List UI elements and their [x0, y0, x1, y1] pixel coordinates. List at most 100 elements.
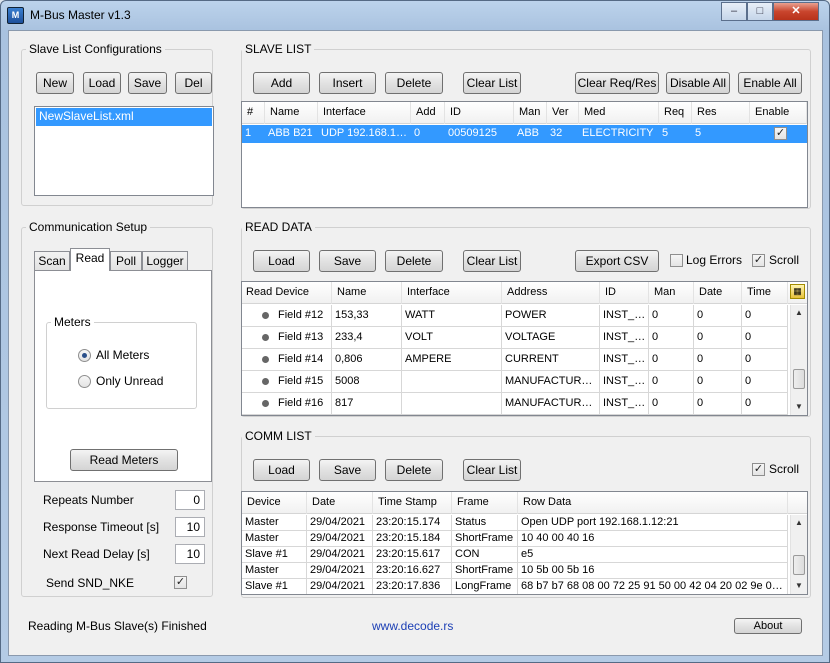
- delete-config-button[interactable]: Del: [175, 72, 212, 94]
- col-interface[interactable]: Interface: [318, 102, 411, 124]
- comm-list-row[interactable]: Slave #1 29/04/2021 23:20:17.836 LongFrame 6…: [242, 579, 788, 594]
- delete-comm-button[interactable]: Delete: [385, 459, 443, 481]
- read-data-row[interactable]: Field #15 5008 MANUFACTURER_SPECIFICINST_V…: [242, 371, 788, 393]
- tab-logger[interactable]: Logger: [142, 251, 188, 271]
- enable-checkbox[interactable]: ✓: [774, 127, 787, 140]
- delete-slave-button[interactable]: Delete: [385, 72, 443, 94]
- enable-all-button[interactable]: Enable All: [738, 72, 802, 94]
- scroll-down-arrow-icon[interactable]: ▼: [791, 399, 807, 415]
- scroll-up-arrow-icon[interactable]: ▲: [791, 515, 807, 531]
- config-file-list[interactable]: NewSlaveList.xml: [34, 106, 214, 196]
- col-res[interactable]: Res: [692, 102, 750, 124]
- slave-row[interactable]: 1 ABB B21 UDP 192.168.1.12:21 0 00509125…: [242, 125, 807, 143]
- col-ver[interactable]: Ver: [547, 102, 579, 124]
- col-add[interactable]: Add: [411, 102, 445, 124]
- add-slave-button[interactable]: Add: [253, 72, 310, 94]
- comm-list-row[interactable]: Master 29/04/2021 23:20:15.174 Status Open U…: [242, 515, 788, 531]
- read-data-row[interactable]: Field #12153,33WATTPOWERINST_VALUE000: [242, 305, 788, 327]
- read-meters-button[interactable]: Read Meters: [70, 449, 178, 471]
- col-num[interactable]: #: [242, 102, 265, 124]
- col-req[interactable]: Req: [659, 102, 692, 124]
- tab-read[interactable]: Read: [70, 248, 110, 271]
- col-id[interactable]: ID: [445, 102, 514, 124]
- only-unread-radio[interactable]: [78, 375, 91, 388]
- col-read-address[interactable]: Address: [502, 282, 600, 304]
- minimize-button[interactable]: –: [721, 2, 747, 21]
- load-comm-button[interactable]: Load: [253, 459, 310, 481]
- comm-list-table[interactable]: Device Date Time Stamp Frame Row Data Ma…: [241, 491, 808, 595]
- website-link[interactable]: www.decode.rs: [372, 619, 453, 633]
- col-read-device[interactable]: Read Device: [242, 282, 332, 304]
- load-config-button[interactable]: Load: [83, 72, 121, 94]
- maximize-button[interactable]: □: [747, 2, 773, 21]
- read-cell-date: 0: [694, 305, 742, 327]
- read-data-row[interactable]: Field #13233,4VOLTVOLTAGEINST_VALUE000: [242, 327, 788, 349]
- read-data-scrollbar[interactable]: ▲ ▼: [790, 305, 807, 415]
- config-file-item[interactable]: NewSlaveList.xml: [36, 108, 212, 126]
- tab-poll[interactable]: Poll: [110, 251, 142, 271]
- col-comm-rowdata[interactable]: Row Data: [518, 492, 788, 514]
- col-comm-timestamp[interactable]: Time Stamp: [373, 492, 452, 514]
- scroll-thumb[interactable]: [793, 555, 805, 575]
- about-button[interactable]: About: [734, 618, 802, 634]
- save-comm-button[interactable]: Save: [319, 459, 376, 481]
- comm-scroll-checkbox[interactable]: ✓: [752, 463, 765, 476]
- read-cell-date: 0: [694, 393, 742, 415]
- timeout-input[interactable]: 10: [175, 517, 205, 537]
- insert-slave-button[interactable]: Insert: [319, 72, 376, 94]
- column-chooser-icon[interactable]: ▦: [790, 284, 805, 299]
- disable-all-button[interactable]: Disable All: [666, 72, 730, 94]
- scroll-down-arrow-icon[interactable]: ▼: [791, 578, 807, 594]
- slave-config-label: Slave List Configurations: [26, 42, 165, 56]
- slave-list-table[interactable]: # Name Interface Add ID Man Ver Med Req …: [241, 101, 808, 208]
- status-text: Reading M-Bus Slave(s) Finished: [28, 619, 207, 633]
- comm-cell-frame: LongFrame: [452, 579, 518, 594]
- load-read-button[interactable]: Load: [253, 250, 310, 272]
- col-read-date[interactable]: Date: [694, 282, 742, 304]
- col-enable[interactable]: Enable: [750, 102, 807, 124]
- col-read-interface[interactable]: Interface: [402, 282, 502, 304]
- close-button[interactable]: ✕: [773, 2, 819, 21]
- col-comm-date[interactable]: Date: [307, 492, 373, 514]
- comm-list-row[interactable]: Master 29/04/2021 23:20:15.184 ShortFrame 10…: [242, 531, 788, 547]
- comm-cell-data: 10 5b 00 5b 16: [518, 563, 788, 579]
- clear-comm-list-button[interactable]: Clear List: [463, 459, 521, 481]
- new-config-button[interactable]: New: [36, 72, 74, 94]
- save-read-button[interactable]: Save: [319, 250, 376, 272]
- col-read-man[interactable]: Man: [649, 282, 694, 304]
- comm-list-row[interactable]: Master 29/04/2021 23:20:16.627 ShortFrame 10…: [242, 563, 788, 579]
- read-data-table[interactable]: Read Device Name Interface Address ID Ma…: [241, 281, 808, 416]
- all-meters-radio[interactable]: [78, 349, 91, 362]
- save-config-button[interactable]: Save: [128, 72, 167, 94]
- col-read-name[interactable]: Name: [332, 282, 402, 304]
- tab-scan[interactable]: Scan: [34, 251, 70, 271]
- col-comm-frame[interactable]: Frame: [452, 492, 518, 514]
- snd-nke-label: Send SND_NKE: [46, 576, 135, 590]
- col-name[interactable]: Name: [265, 102, 318, 124]
- repeats-input[interactable]: 0: [175, 490, 205, 510]
- col-comm-device[interactable]: Device: [242, 492, 307, 514]
- title-bar[interactable]: M M-Bus Master v1.3 – □ ✕: [1, 1, 829, 29]
- comm-list-scrollbar[interactable]: ▲ ▼: [790, 515, 807, 594]
- log-errors-label: Log Errors: [686, 253, 743, 267]
- log-errors-checkbox[interactable]: [670, 254, 683, 267]
- scroll-thumb[interactable]: [793, 369, 805, 389]
- export-csv-button[interactable]: Export CSV: [575, 250, 659, 272]
- read-scroll-checkbox[interactable]: ✓: [752, 254, 765, 267]
- col-read-time[interactable]: Time: [742, 282, 788, 304]
- clear-slave-list-button[interactable]: Clear List: [463, 72, 521, 94]
- col-read-id[interactable]: ID: [600, 282, 649, 304]
- delete-read-button[interactable]: Delete: [385, 250, 443, 272]
- clear-req-res-button[interactable]: Clear Req/Res: [575, 72, 659, 94]
- comm-cell-device: Master: [242, 563, 307, 579]
- read-cell-name: 153,33: [332, 305, 402, 327]
- read-data-row[interactable]: Field #140,806AMPERECURRENTINST_VALUE000: [242, 349, 788, 371]
- clear-read-list-button[interactable]: Clear List: [463, 250, 521, 272]
- delay-input[interactable]: 10: [175, 544, 205, 564]
- scroll-up-arrow-icon[interactable]: ▲: [791, 305, 807, 321]
- snd-nke-checkbox[interactable]: ✓: [174, 576, 187, 589]
- col-med[interactable]: Med: [579, 102, 659, 124]
- read-data-row[interactable]: Field #16 817 MANUFACTURER_SPECIFICINST_VA…: [242, 393, 788, 415]
- col-man[interactable]: Man: [514, 102, 547, 124]
- comm-list-row[interactable]: Slave #1 29/04/2021 23:20:15.617 CON e5: [242, 547, 788, 563]
